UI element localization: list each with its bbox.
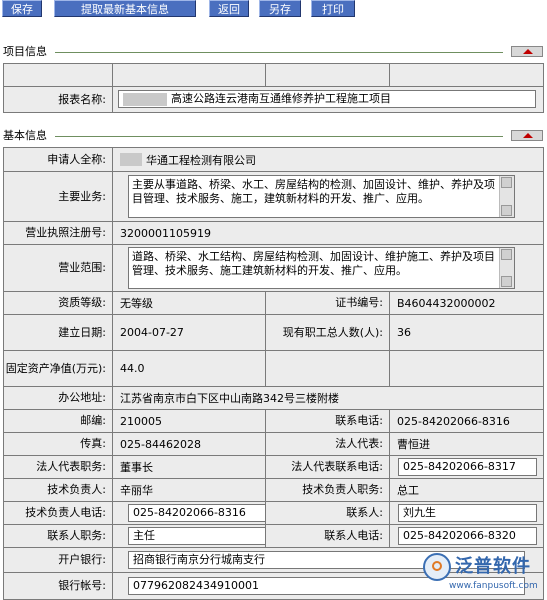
contact-title-label: 联系人职务: bbox=[4, 525, 112, 547]
brand-url: www.fanpusoft.com bbox=[449, 581, 538, 591]
scope-textarea[interactable]: 道路、桥梁、水工结构、房屋结构检测、加固设计、维护施工、养护及项目管理、技术服务… bbox=[128, 247, 515, 289]
brand-watermark: 泛普软件 www.fanpusoft.com bbox=[423, 547, 547, 600]
project-section-title: 项目信息 bbox=[3, 45, 47, 58]
redacted-block bbox=[120, 153, 142, 166]
collapse-project-button[interactable] bbox=[511, 46, 543, 57]
collapse-basic-button[interactable] bbox=[511, 130, 543, 141]
tech-phone-field[interactable]: 025-84202066-8316 bbox=[128, 504, 266, 522]
toolbar: 保存 提取最新基本信息 返回 另存 打印 bbox=[0, 0, 547, 20]
qualification-label: 资质等级: bbox=[4, 292, 112, 314]
triangle-up-icon bbox=[523, 49, 533, 54]
bank-label: 开户银行: bbox=[4, 548, 112, 572]
tech-lead-label: 技术负责人: bbox=[4, 479, 112, 501]
basic-info-table: 申请人全称: 华通工程检测有限公司 主要业务: 主要从事道路、桥梁、水工、房屋结… bbox=[3, 147, 544, 600]
fax-value: 025-84462028 bbox=[113, 433, 265, 455]
triangle-up-icon bbox=[523, 133, 533, 138]
established-value: 2004-07-27 bbox=[113, 315, 265, 350]
back-button[interactable]: 返回 bbox=[209, 0, 249, 17]
brand-name: 泛普软件 bbox=[455, 556, 531, 577]
account-label: 银行帐号: bbox=[4, 573, 112, 599]
contact-field[interactable]: 刘九生 bbox=[398, 504, 537, 522]
qualification-value: 无等级 bbox=[113, 292, 265, 314]
basic-section-header: 基本信息 bbox=[0, 128, 547, 144]
project-info-table: 报表名称: 高速公路连云港南互通维修养护工程施工项目 bbox=[3, 63, 544, 113]
phone-value: 025-84202066-8316 bbox=[390, 410, 543, 432]
contact-label: 联系人: bbox=[266, 502, 389, 524]
license-value: 3200001105919 bbox=[113, 222, 543, 244]
main-business-label: 主要业务: bbox=[4, 172, 112, 221]
legal-phone-label: 法人代表联系电话: bbox=[266, 456, 389, 478]
redacted-block bbox=[123, 92, 167, 106]
report-name-label: 报表名称: bbox=[4, 87, 112, 112]
fax-label: 传真: bbox=[4, 433, 112, 455]
assets-value: 44.0 bbox=[113, 351, 265, 386]
address-value: 江苏省南京市白下区中山南路342号三楼附楼 bbox=[113, 387, 543, 409]
contact-title-field[interactable]: 主任 bbox=[128, 527, 266, 545]
brand-logo-icon bbox=[423, 553, 451, 581]
phone-label: 联系电话: bbox=[266, 410, 389, 432]
applicant-value: 华通工程检测有限公司 bbox=[113, 148, 543, 171]
save-button[interactable]: 保存 bbox=[2, 0, 42, 17]
legal-title-label: 法人代表职务: bbox=[4, 456, 112, 478]
scrollbar[interactable] bbox=[499, 248, 514, 288]
license-label: 营业执照注册号: bbox=[4, 222, 112, 244]
staff-label: 现有职工总人数(人): bbox=[266, 315, 389, 350]
legal-rep-label: 法人代表: bbox=[266, 433, 389, 455]
postcode-value: 210005 bbox=[113, 410, 265, 432]
postcode-label: 邮编: bbox=[4, 410, 112, 432]
basic-section-title: 基本信息 bbox=[3, 129, 47, 142]
report-name-field[interactable]: 高速公路连云港南互通维修养护工程施工项目 bbox=[118, 90, 536, 108]
address-label: 办公地址: bbox=[4, 387, 112, 409]
cert-no-value: B4604432000002 bbox=[390, 292, 543, 314]
staff-value: 36 bbox=[390, 315, 543, 350]
legal-title-value: 董事长 bbox=[113, 456, 265, 478]
scope-label: 营业范围: bbox=[4, 245, 112, 291]
legal-phone-field[interactable]: 025-84202066-8317 bbox=[398, 458, 537, 476]
cert-no-label: 证书编号: bbox=[266, 292, 389, 314]
project-section-header: 项目信息 bbox=[0, 44, 547, 60]
tech-phone-label: 技术负责人电话: bbox=[4, 502, 112, 524]
section-divider bbox=[55, 52, 503, 53]
print-button[interactable]: 打印 bbox=[311, 0, 355, 17]
assets-label: 固定资产净值(万元): bbox=[4, 351, 112, 386]
applicant-label: 申请人全称: bbox=[4, 148, 112, 171]
tech-title-label: 技术负责人职务: bbox=[266, 479, 389, 501]
legal-rep-value: 曹恒进 bbox=[390, 433, 543, 455]
contact-phone-label: 联系人电话: bbox=[266, 525, 389, 547]
scrollbar[interactable] bbox=[499, 176, 514, 217]
section-divider bbox=[55, 136, 503, 137]
tech-title-value: 总工 bbox=[390, 479, 543, 501]
contact-phone-field[interactable]: 025-84202066-8320 bbox=[398, 527, 537, 545]
established-label: 建立日期: bbox=[4, 315, 112, 350]
fetch-latest-info-button[interactable]: 提取最新基本信息 bbox=[54, 0, 196, 17]
main-business-textarea[interactable]: 主要从事道路、桥梁、水工、房屋结构的检测、加固设计、维护、养护及项目管理、技术服… bbox=[128, 175, 515, 218]
tech-lead-value: 辛丽华 bbox=[113, 479, 265, 501]
save-as-button[interactable]: 另存 bbox=[259, 0, 301, 17]
